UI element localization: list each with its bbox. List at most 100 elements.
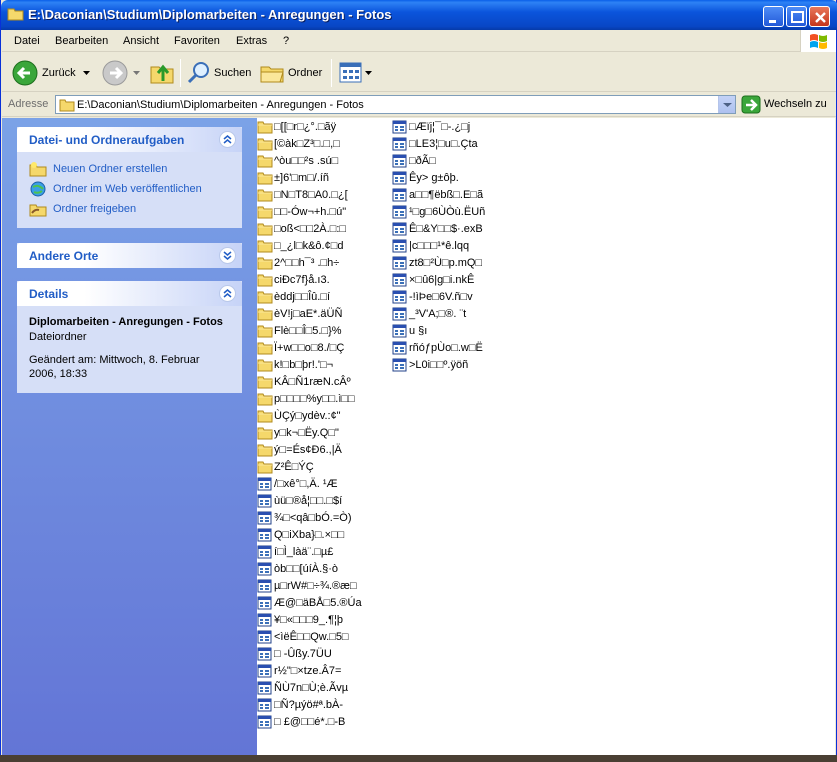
expand-button[interactable] (219, 247, 236, 264)
back-button[interactable]: Zurück (12, 59, 94, 87)
file-name: □□-Ów¬+h.□ú" (274, 206, 347, 218)
folder-icon (257, 121, 273, 134)
search-button[interactable]: Suchen (186, 59, 252, 87)
file-name: Flè□□Î□5.□}% (274, 325, 342, 337)
file-name: [©àk□Z³□.□,□ (274, 138, 340, 150)
globe-icon (30, 181, 46, 197)
toolbar-separator (331, 59, 332, 87)
application-icon (257, 613, 272, 627)
details-modified: Geändert am: Mittwoch, 8. Februar 2006, … (29, 354, 200, 380)
forward-button[interactable] (102, 59, 142, 87)
address-input[interactable]: E:\Daconian\Studium\Diplomarbeiten - Anr… (55, 95, 736, 114)
tasks-panel-header[interactable]: Datei- und Ordneraufgaben (17, 127, 242, 152)
up-folder-button[interactable] (149, 59, 175, 87)
file-name: Ê□&Y□□$·.exB (409, 223, 483, 235)
address-value: E:\Daconian\Studium\Diplomarbeiten - Anr… (77, 99, 364, 111)
windows-logo (800, 30, 836, 52)
task-new-folder[interactable]: Neuen Ordner erstellen (29, 160, 230, 180)
minimize-icon (769, 20, 776, 23)
collapse-button[interactable] (219, 285, 236, 302)
folders-button[interactable]: Ordner (259, 59, 325, 87)
file-name: □N□T8□A0.□¿[ (274, 189, 348, 201)
folder-icon (257, 138, 273, 151)
windows-flag-icon (810, 34, 827, 49)
chevron-down-double-icon (223, 251, 232, 260)
share-folder-icon (29, 204, 47, 217)
application-icon (257, 511, 272, 525)
application-icon (392, 154, 407, 168)
application-icon (257, 596, 272, 610)
task-share-folder[interactable]: Ordner freigeben (29, 200, 230, 220)
places-panel-header[interactable]: Andere Orte (17, 243, 242, 268)
maximize-button[interactable] (786, 6, 807, 27)
file-name: r½"□×tze.Â7= (274, 665, 342, 677)
menu-favoriten[interactable]: Favoriten (174, 35, 220, 47)
window-title: E:\Daconian\Studium\Diplomarbeiten - Anr… (28, 7, 392, 22)
go-button-label[interactable]: Wechseln zu (764, 98, 827, 110)
application-icon (257, 545, 272, 559)
folder-icon (257, 172, 273, 185)
details-panel-title: Details (29, 287, 69, 301)
forward-arrow-icon (102, 60, 128, 86)
collapse-button[interactable] (219, 131, 236, 148)
details-panel-header[interactable]: Details (17, 281, 242, 306)
application-icon (257, 647, 272, 661)
chevron-up-double-icon (223, 289, 232, 298)
go-arrow-icon[interactable] (741, 95, 761, 114)
folder-icon (7, 8, 24, 21)
folder-icon (257, 291, 273, 304)
file-name: zt8□²Ù□p.mQ□ (409, 257, 483, 269)
folder-icon (257, 206, 273, 219)
file-name: -!ìÞe□6V.ñ□v (409, 291, 473, 303)
close-icon (815, 12, 826, 23)
file-name: □oß<□□2À.□:□ (274, 223, 347, 235)
address-dropdown-button[interactable] (718, 96, 735, 113)
tasks-panel-title: Datei- und Ordneraufgaben (29, 133, 185, 147)
file-name: >L0i□□º.ÿöñ (409, 359, 469, 371)
task-publish-web[interactable]: Ordner im Web veröffentlichen (29, 180, 230, 200)
chevron-down-icon (133, 71, 140, 75)
file-name: rñóƒpÙo□.w□Ë (409, 342, 483, 354)
menu-ansicht[interactable]: Ansicht (123, 35, 159, 47)
folder-icon (257, 155, 273, 168)
menu-bearbeiten[interactable]: Bearbeiten (55, 35, 108, 47)
details-type: Dateiordner (29, 331, 87, 343)
folders-icon (260, 66, 284, 83)
close-button[interactable] (809, 6, 830, 27)
file-name: Ï+w□□o□8./□Ç (274, 342, 345, 354)
file-name: a□□¶ëbß□.E□ã (409, 189, 484, 201)
title-bar[interactable]: E:\Daconian\Studium\Diplomarbeiten - Anr… (1, 0, 837, 30)
task-label: Neuen Ordner erstellen (53, 163, 168, 175)
file-name: □Ñ?µýö#ª.bÀ- (274, 699, 344, 711)
file-name: òb□□[úíÀ.§·ò (274, 563, 339, 575)
application-icon (257, 715, 272, 729)
menu-extras[interactable]: Extras (236, 35, 267, 47)
minimize-button[interactable] (763, 6, 784, 27)
file-name: □Æïj¦¯□-.¿□j (409, 121, 471, 133)
new-folder-icon (29, 162, 47, 177)
chevron-down-icon (365, 71, 372, 75)
menu-bar: Datei Bearbeiten Ansicht Favoriten Extra… (2, 30, 836, 52)
application-icon (392, 120, 407, 134)
views-button[interactable] (339, 59, 373, 87)
details-panel: Details Diplomarbeiten - Anregungen - Fo… (17, 281, 242, 393)
menu-help[interactable]: ? (283, 35, 289, 47)
file-name: èV!j□aE*.äÜÑ (274, 308, 343, 320)
file-name: □ £@□□é*.□-B (274, 716, 346, 728)
application-icon (392, 324, 407, 338)
application-icon (257, 698, 272, 712)
folder-icon (257, 461, 273, 474)
maximize-icon (791, 11, 804, 23)
file-name: y□k¬□Ëy.Q□" (274, 427, 339, 439)
back-arrow-icon (12, 60, 38, 86)
application-icon (257, 562, 272, 576)
address-bar: Adresse E:\Daconian\Studium\Diplomarbeit… (2, 93, 836, 117)
menu-datei[interactable]: Datei (14, 35, 40, 47)
folder-icon (257, 427, 273, 440)
folder-icon (257, 342, 273, 355)
application-icon (392, 188, 407, 202)
application-icon (392, 171, 407, 185)
chevron-down-icon (83, 71, 90, 75)
file-name: ^òu□□²s .sú□ (274, 155, 339, 167)
file-list[interactable]: □[[□r□¿°.□ãÿ [©àk□Z³□.□,□ ^òu□□²s .sú□ ±]6'… (257, 118, 835, 755)
